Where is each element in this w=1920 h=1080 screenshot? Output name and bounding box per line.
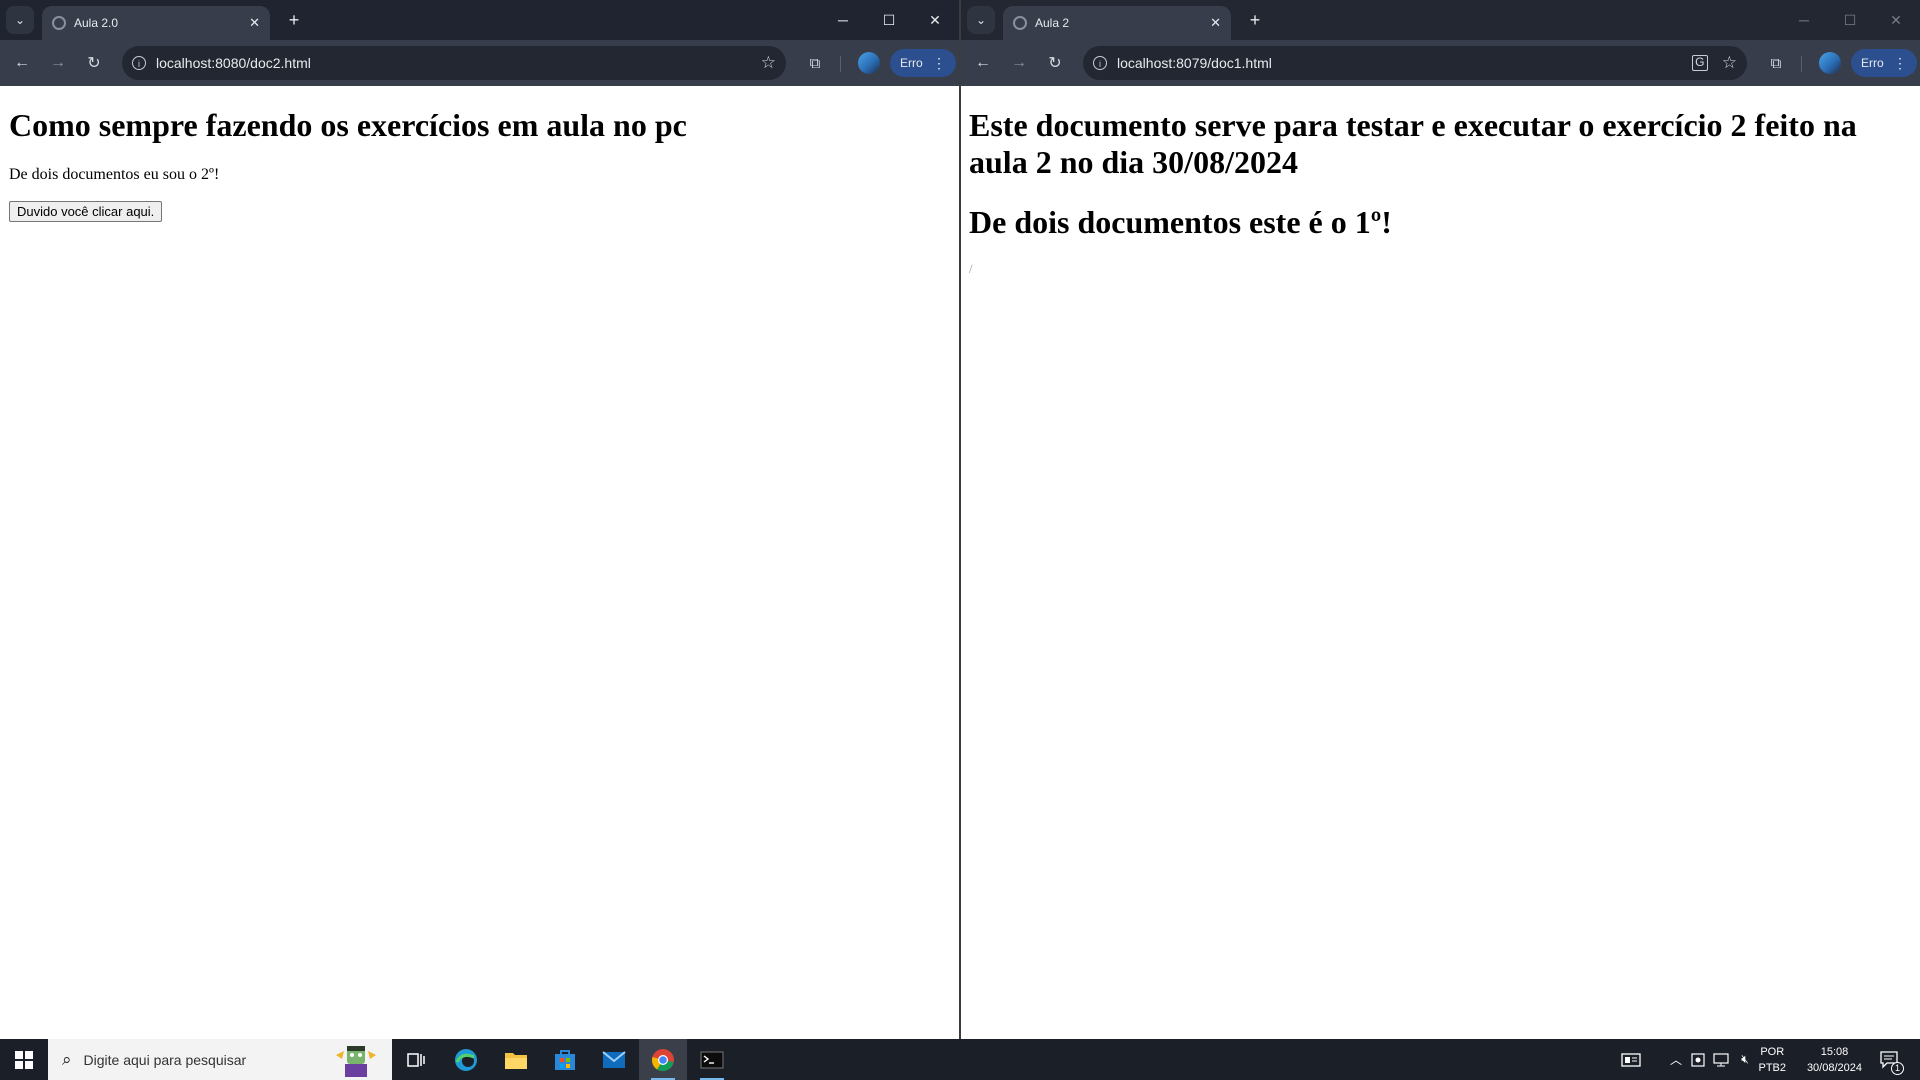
clock-button[interactable]: 15:08 30/08/2024 — [1807, 1044, 1862, 1076]
maximize-button[interactable]: ☐ — [1827, 0, 1873, 40]
taskbar-edge[interactable] — [442, 1039, 490, 1080]
taskbar-terminal[interactable] — [688, 1039, 736, 1080]
search-highlight-mascot-icon — [336, 1046, 376, 1077]
site-info-icon[interactable]: i — [132, 56, 146, 70]
clock-date: 30/08/2024 — [1806, 1062, 1862, 1074]
reload-button[interactable]: ↻ — [1043, 51, 1067, 75]
profile-avatar[interactable] — [858, 52, 880, 74]
profile-error-label: Erro — [900, 56, 923, 70]
profile-error-button[interactable]: Erro ⋮ — [890, 49, 956, 77]
windows-logo-icon — [15, 1050, 33, 1069]
menu-dots-icon[interactable]: ⋮ — [932, 55, 946, 72]
page-paragraph: De dois documentos eu sou o 2º! — [9, 166, 220, 183]
extensions-icon[interactable]: ⧉ — [803, 51, 827, 75]
chrome-icon — [651, 1048, 674, 1071]
new-tab-button[interactable]: + — [282, 8, 306, 32]
keyboard-layout: PTB2 — [1758, 1062, 1786, 1074]
network-icon — [1713, 1052, 1729, 1066]
show-hidden-icons-button[interactable]: ︿ — [1666, 1039, 1686, 1080]
new-tab-button[interactable]: + — [1243, 8, 1267, 32]
globe-icon — [52, 16, 66, 30]
profile-avatar[interactable] — [1819, 52, 1841, 74]
forward-button[interactable]: → — [46, 51, 70, 75]
mail-icon — [602, 1050, 626, 1068]
back-button[interactable]: ← — [10, 51, 34, 75]
profile-error-button[interactable]: Erro ⋮ — [1851, 49, 1917, 77]
address-bar[interactable]: i localhost:8079/doc1.html G ☆ — [1083, 46, 1747, 80]
chevron-up-icon: ︿ — [1669, 1053, 1682, 1067]
url-text: localhost:8080/doc2.html — [156, 55, 311, 71]
site-info-icon[interactable]: i — [1093, 56, 1107, 70]
page-heading: Como sempre fazendo os exercícios em aul… — [9, 107, 687, 143]
page-heading-main: Este documento serve para testar e execu… — [969, 107, 1857, 180]
tab-aula-2-0[interactable]: Aula 2.0 ✕ — [42, 6, 270, 40]
tab-title: Aula 2.0 — [74, 16, 119, 30]
search-icon: ⌕ — [62, 1049, 72, 1069]
browser-window-right: ⌄ Aula 2 ✕ + ─ ☐ ✕ ← → ↻ i localhost:807… — [961, 0, 1920, 1039]
tab-search-button[interactable]: ⌄ — [6, 6, 34, 34]
task-view-button[interactable] — [392, 1039, 440, 1080]
forward-button[interactable]: → — [1007, 51, 1031, 75]
close-tab-icon[interactable]: ✕ — [1210, 15, 1221, 31]
challenge-button[interactable]: Duvido você clicar aqui. — [9, 201, 163, 222]
title-bar: ⌄ Aula 2.0 ✕ + ─ ☐ ✕ — [0, 0, 959, 40]
address-bar[interactable]: i localhost:8080/doc2.html ☆ — [122, 46, 786, 80]
news-icon — [1621, 1052, 1641, 1067]
tray-app-icon[interactable] — [1688, 1039, 1708, 1080]
folder-icon — [505, 1052, 527, 1069]
page-content: Este documento serve para testar e execu… — [961, 86, 1920, 1039]
notification-center-button[interactable]: 1 — [1872, 1039, 1908, 1080]
bookmark-star-icon[interactable]: ☆ — [761, 53, 776, 73]
minimize-button[interactable]: ─ — [820, 0, 866, 40]
task-view-icon — [407, 1052, 425, 1067]
url-text: localhost:8079/doc1.html — [1117, 55, 1272, 71]
maximize-button[interactable]: ☐ — [866, 0, 912, 40]
browser-toolbar: ← → ↻ i localhost:8079/doc1.html G ☆ ⧉ E… — [961, 40, 1920, 86]
volume-button[interactable]: 🔇︎ — [1734, 1039, 1756, 1080]
notification-badge: 1 — [1891, 1062, 1904, 1075]
taskbar-mail[interactable] — [590, 1039, 638, 1080]
reload-button[interactable]: ↻ — [82, 51, 106, 75]
news-widget-button[interactable] — [1616, 1039, 1646, 1080]
page-content: Como sempre fazendo os exercícios em aul… — [0, 86, 959, 1039]
minimize-button[interactable]: ─ — [1781, 0, 1827, 40]
store-icon — [555, 1049, 575, 1070]
menu-dots-icon[interactable]: ⋮ — [1893, 55, 1907, 72]
page-heading-secondary: De dois documentos este é o 1º! — [969, 204, 1392, 240]
taskbar-search[interactable]: ⌕ Digite aqui para pesquisar — [48, 1039, 392, 1080]
start-button[interactable] — [0, 1039, 48, 1080]
profile-error-label: Erro — [1861, 56, 1884, 70]
clock-time: 15:08 — [1820, 1046, 1849, 1058]
language-code: POR — [1760, 1046, 1785, 1058]
toolbar-divider — [840, 56, 841, 72]
close-window-button[interactable]: ✕ — [912, 0, 958, 40]
terminal-icon — [700, 1051, 724, 1068]
browser-toolbar: ← → ↻ i localhost:8080/doc2.html ☆ ⧉ Err… — [0, 40, 959, 86]
taskbar: ⌕ Digite aqui para pesquisar ︿ 🔇︎ POR PT… — [0, 1039, 1920, 1080]
browser-window-left: ⌄ Aula 2.0 ✕ + ─ ☐ ✕ ← → ↻ i localhost:8… — [0, 0, 959, 1039]
edge-icon — [455, 1048, 477, 1071]
translate-icon[interactable]: G — [1691, 55, 1708, 71]
security-icon — [1691, 1052, 1705, 1067]
toolbar-divider — [1801, 56, 1802, 72]
globe-icon — [1013, 16, 1027, 30]
title-bar: ⌄ Aula 2 ✕ + ─ ☐ ✕ — [961, 0, 1920, 40]
network-button[interactable] — [1710, 1039, 1732, 1080]
taskbar-chrome[interactable] — [639, 1039, 687, 1080]
input-language-button[interactable]: POR PTB2 — [1758, 1044, 1786, 1076]
taskbar-store[interactable] — [541, 1039, 589, 1080]
close-window-button[interactable]: ✕ — [1873, 0, 1919, 40]
taskbar-file-explorer[interactable] — [492, 1039, 540, 1080]
bookmark-star-icon[interactable]: ☆ — [1722, 53, 1737, 73]
tab-search-button[interactable]: ⌄ — [967, 6, 995, 34]
volume-muted-icon: 🔇︎ — [1741, 1052, 1749, 1066]
search-placeholder: Digite aqui para pesquisar — [83, 1051, 247, 1068]
tab-title: Aula 2 — [1035, 16, 1070, 30]
close-tab-icon[interactable]: ✕ — [249, 15, 260, 31]
back-button[interactable]: ← — [971, 51, 995, 75]
tab-aula-2[interactable]: Aula 2 ✕ — [1003, 6, 1231, 40]
stray-text: / — [969, 261, 973, 276]
extensions-icon[interactable]: ⧉ — [1764, 51, 1788, 75]
